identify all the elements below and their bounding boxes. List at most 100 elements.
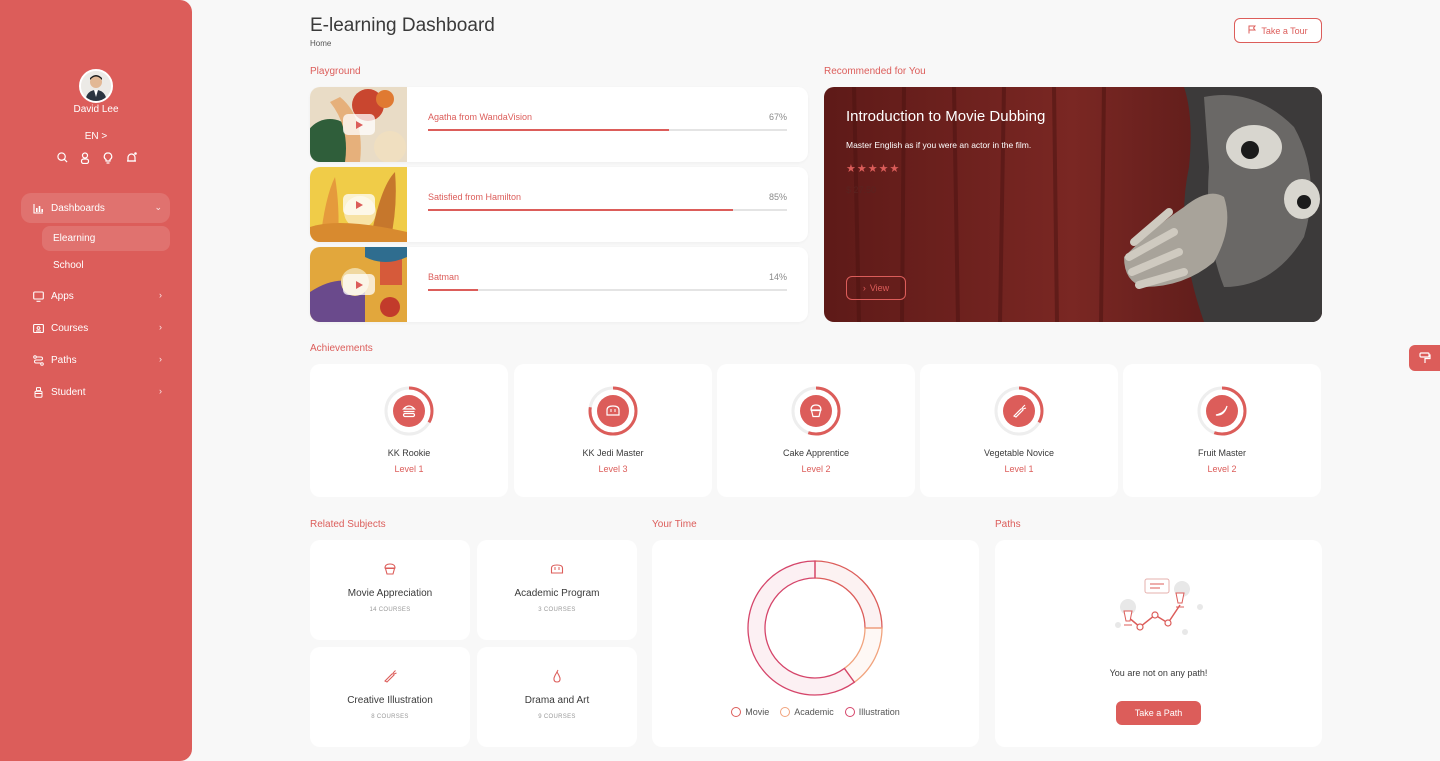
search-icon[interactable] xyxy=(56,151,68,164)
carrot-icon xyxy=(382,668,398,684)
take-path-button[interactable]: Take a Path xyxy=(1116,701,1201,725)
legend-marker xyxy=(844,707,855,717)
pear-icon xyxy=(549,668,565,684)
time-donut-chart xyxy=(747,560,883,696)
monitor-icon xyxy=(32,290,44,302)
donut-slice-movie[interactable] xyxy=(814,560,883,629)
recommended-price: $ 27.50 xyxy=(846,185,877,195)
view-button[interactable]: › View xyxy=(846,276,906,300)
sidebar-item-student[interactable]: Student › xyxy=(21,377,170,407)
subject-name: Drama and Art xyxy=(524,695,590,706)
subject-name: Creative Illustration xyxy=(347,695,433,706)
carrot-icon xyxy=(994,386,1044,436)
achievement-level: Level 1 xyxy=(394,464,424,474)
subject-course-count: 3 COURSES xyxy=(538,607,576,613)
section-title-paths: Paths xyxy=(995,519,1021,530)
section-title-your-time: Your Time xyxy=(652,519,697,530)
sidebar-item-label: Apps xyxy=(51,290,74,302)
sidebar-subitem-school[interactable]: School xyxy=(42,253,170,278)
progress-bar xyxy=(428,129,787,131)
sidebar-nav: Dashboards ⌄ Elearning School Apps › Cou… xyxy=(21,193,170,407)
recommended-title: Introduction to Movie Dubbing xyxy=(846,108,1046,125)
progress-percent: 85% xyxy=(768,192,787,202)
legend-item-illustration[interactable]: Illustration xyxy=(844,707,900,717)
student-icon xyxy=(32,386,44,398)
avatar[interactable] xyxy=(79,69,113,103)
lightbulb-icon[interactable] xyxy=(102,151,114,164)
user-name: David Lee xyxy=(73,104,119,115)
play-icon[interactable] xyxy=(343,114,375,135)
breadcrumb[interactable]: Home xyxy=(310,39,331,48)
progress-bar xyxy=(428,289,787,291)
flag-icon xyxy=(1248,25,1257,36)
paint-roller-button[interactable] xyxy=(1409,345,1440,371)
chevron-right-icon: › xyxy=(159,354,162,364)
progress-fill xyxy=(428,289,479,291)
paths-card: You are not on any path! Take a Path xyxy=(995,540,1322,747)
subject-card[interactable]: Creative Illustration 8 COURSES xyxy=(310,647,470,747)
play-icon[interactable] xyxy=(343,274,375,295)
sidebar-toolbar xyxy=(56,151,137,164)
burger-icon xyxy=(384,386,434,436)
user-icon[interactable] xyxy=(79,151,91,164)
achievement-level: Level 2 xyxy=(801,464,831,474)
subject-name: Academic Program xyxy=(514,588,600,599)
language-selector[interactable]: EN > xyxy=(0,131,192,142)
route-icon xyxy=(32,354,44,366)
page-title: E-learning Dashboard xyxy=(310,15,495,36)
playground-title: Agatha from WandaVision xyxy=(428,112,533,122)
achievement-name: Vegetable Novice xyxy=(983,448,1055,458)
achievement-level: Level 1 xyxy=(1004,464,1034,474)
achievement-card[interactable]: Cake Apprentice Level 2 xyxy=(717,364,915,497)
sidebar-item-paths[interactable]: Paths › xyxy=(21,345,170,375)
legend-item-movie[interactable]: Movie xyxy=(731,707,769,717)
subject-card[interactable]: Academic Program 3 COURSES xyxy=(477,540,637,640)
play-icon[interactable] xyxy=(343,194,375,215)
playground-card[interactable]: Batman 14% xyxy=(310,247,808,322)
empty-path-illustration xyxy=(1115,578,1203,635)
progress-fill xyxy=(428,209,734,211)
legend-marker xyxy=(731,707,742,717)
chevron-right-icon: › xyxy=(159,290,162,300)
subject-course-count: 9 COURSES xyxy=(538,714,576,720)
cupcake-icon xyxy=(791,386,841,436)
achievement-card[interactable]: Vegetable Novice Level 1 xyxy=(920,364,1118,497)
achievement-card[interactable]: KK Rookie Level 1 xyxy=(310,364,508,497)
bread-icon xyxy=(549,561,565,577)
recommended-card[interactable]: Introduction to Movie Dubbing Master Eng… xyxy=(824,87,1322,322)
achievement-name: Fruit Master xyxy=(1197,448,1246,458)
bell-icon[interactable] xyxy=(125,151,137,164)
achievement-name: KK Rookie xyxy=(387,448,431,458)
donut-slice-academic[interactable] xyxy=(843,627,883,684)
progress-fill xyxy=(428,129,669,131)
legend-item-academic[interactable]: Academic xyxy=(780,707,834,717)
progress-percent: 14% xyxy=(768,272,787,282)
subject-card[interactable]: Movie Appreciation 14 COURSES xyxy=(310,540,470,640)
paint-roller-icon xyxy=(1418,352,1431,363)
view-button-label: View xyxy=(869,283,890,293)
subject-card[interactable]: Drama and Art 9 COURSES xyxy=(477,647,637,747)
playground-card[interactable]: Agatha from WandaVision 67% xyxy=(310,87,808,162)
id-card-icon xyxy=(32,322,44,334)
take-tour-button[interactable]: Take a Tour xyxy=(1234,18,1322,43)
sidebar-item-apps[interactable]: Apps › xyxy=(21,281,170,311)
thumbnail-image xyxy=(310,167,407,242)
progress-bar xyxy=(428,209,787,211)
sidebar-item-courses[interactable]: Courses › xyxy=(21,313,170,343)
sidebar: David Lee EN > Dashboards ⌄ Elearning Sc… xyxy=(0,0,192,761)
progress-percent: 67% xyxy=(768,112,787,122)
your-time-card: Movie Academic Illustration xyxy=(652,540,979,747)
chart-legend: Movie Academic Illustration xyxy=(652,707,979,717)
chart-icon xyxy=(32,202,44,214)
achievement-card[interactable]: KK Jedi Master Level 3 xyxy=(514,364,712,497)
achievement-card[interactable]: Fruit Master Level 2 xyxy=(1123,364,1321,497)
subject-course-count: 8 COURSES xyxy=(371,714,409,720)
playground-card[interactable]: Satisfied from Hamilton 85% xyxy=(310,167,808,242)
subject-name: Movie Appreciation xyxy=(347,588,433,599)
sidebar-item-dashboards[interactable]: Dashboards ⌄ xyxy=(21,193,170,223)
subject-course-count: 14 COURSES xyxy=(369,607,411,613)
rating-stars: ★★★★★ xyxy=(846,163,901,175)
achievement-level: Level 3 xyxy=(598,464,628,474)
section-title-recommended: Recommended for You xyxy=(824,66,926,77)
sidebar-subitem-elearning[interactable]: Elearning xyxy=(42,226,170,251)
